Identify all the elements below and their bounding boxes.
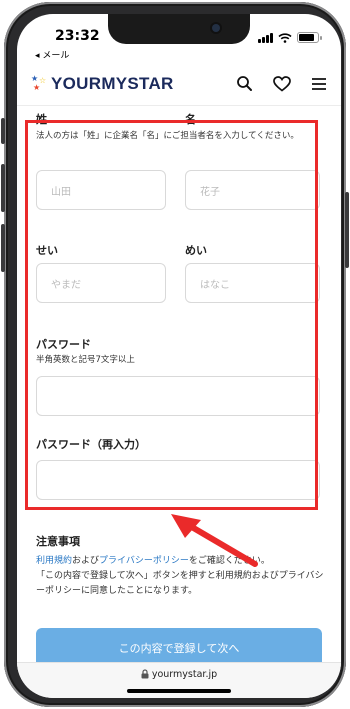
password-confirm-label: パスワード（再入力） <box>36 438 146 451</box>
first-name-label: 名 <box>185 113 196 126</box>
logo-text: YOURMYSTAR <box>51 73 174 93</box>
phone-frame: 23:32 ◂ メール ★ ☆ ★ YOURMYSTAR 姓 名 法人の方は「姓… <box>1 2 349 707</box>
menu-icon[interactable] <box>311 77 327 91</box>
last-name-kana-label: せい <box>36 244 58 257</box>
password-field[interactable] <box>36 376 320 416</box>
pointer-arrow-icon <box>171 514 258 567</box>
last-name-field[interactable]: 山田 <box>36 170 166 210</box>
volume-down-button <box>1 224 5 272</box>
screen: 23:32 ◂ メール ★ ☆ ★ YOURMYSTAR 姓 名 法人の方は「姓… <box>17 14 341 698</box>
first-name-field[interactable]: 花子 <box>185 170 320 210</box>
notes-title: 注意事項 <box>36 535 80 548</box>
first-name-kana-label: めい <box>185 244 207 257</box>
power-button <box>345 192 349 268</box>
back-to-mail-link[interactable]: ◂ メール <box>35 48 69 61</box>
status-time: 23:32 <box>55 28 100 44</box>
lock-icon <box>141 669 149 679</box>
url-text: yourmystar.jp <box>151 668 218 680</box>
name-hint: 法人の方は「姓」に企業名「名」にご担当者名を入力してください。 <box>36 131 299 141</box>
wifi-icon <box>278 32 292 43</box>
front-camera <box>212 24 220 32</box>
cellular-signal-icon <box>258 32 273 43</box>
site-logo[interactable]: ★ ☆ ★ YOURMYSTAR <box>31 74 174 94</box>
volume-up-button <box>1 164 5 212</box>
first-name-kana-field[interactable]: はなこ <box>185 263 320 303</box>
password-hint: 半角英数と記号7文字以上 <box>36 355 135 365</box>
logo-stars-icon: ★ ☆ ★ <box>31 73 47 92</box>
notes-and: および <box>72 556 100 566</box>
registration-form: 姓 名 法人の方は「姓」に企業名「名」にご担当者名を入力してください。 山田 花… <box>17 106 341 668</box>
last-name-label: 姓 <box>36 113 47 126</box>
terms-link[interactable]: 利用規約 <box>36 556 72 566</box>
site-header: ★ ☆ ★ YOURMYSTAR <box>17 62 341 106</box>
home-indicator[interactable] <box>127 689 231 693</box>
battery-icon <box>297 32 322 43</box>
password-label: パスワード <box>36 338 91 351</box>
search-icon[interactable] <box>236 75 253 92</box>
status-icons <box>258 32 322 43</box>
notes-consent-text: 「この内容で登録して次へ」ボタンを押すと利用規約およびプライバシーポリシーに同意… <box>36 571 324 596</box>
action-button <box>1 118 5 144</box>
heart-icon[interactable] <box>273 75 291 92</box>
password-confirm-field[interactable] <box>36 460 320 500</box>
last-name-kana-field[interactable]: やまだ <box>36 263 166 303</box>
notch <box>108 14 250 44</box>
